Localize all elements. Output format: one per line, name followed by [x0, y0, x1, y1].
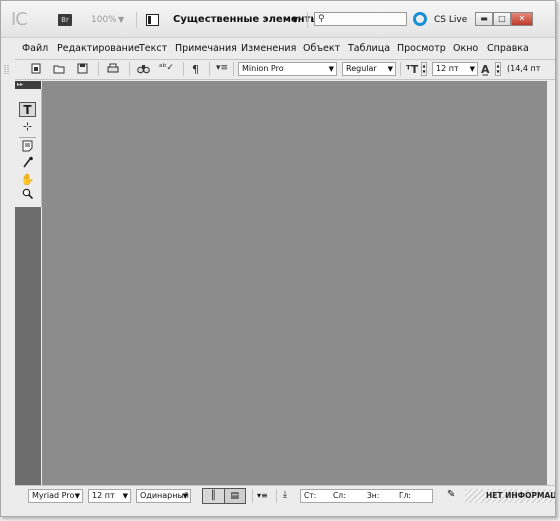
print-icon[interactable] — [107, 63, 119, 77]
status-font-select[interactable]: Myriad Pro ▼ — [28, 489, 83, 503]
find-binoculars-icon[interactable] — [137, 63, 150, 77]
position-tool-icon[interactable]: ⊹ — [19, 119, 36, 134]
font-size-icon: ᵀT — [406, 63, 419, 76]
menu-edit[interactable]: Редактирование — [57, 43, 140, 54]
panel-dock-area — [15, 207, 41, 485]
tools-panel-collapse-button[interactable]: ▸▸ — [15, 81, 41, 89]
font-size-stepper[interactable]: ▲ ▼ — [421, 62, 427, 76]
chevron-down-icon: ▼ — [74, 492, 80, 500]
chevron-down-icon: ▼ — [469, 65, 475, 73]
menu-view[interactable]: Просмотр — [397, 43, 446, 54]
chevron-down-icon: ▼ — [328, 65, 334, 73]
leading-icon: A̲ — [481, 63, 490, 76]
leading-stepper[interactable]: ▲ ▼ — [495, 62, 501, 76]
download-icon[interactable]: ⤓ — [283, 490, 287, 500]
open-folder-icon[interactable] — [53, 63, 66, 77]
status-size-value: 12 пт — [92, 491, 115, 500]
menu-changes[interactable]: Изменения — [241, 43, 296, 54]
screen-mode-icon[interactable] — [146, 14, 159, 26]
menu-help[interactable]: Справка — [487, 43, 529, 54]
bridge-button[interactable]: Br — [58, 14, 72, 26]
menu-notes[interactable]: Примечания — [175, 43, 237, 54]
chevron-down-icon: ▼ — [122, 492, 128, 500]
cslive-label[interactable]: CS Live — [434, 15, 467, 25]
info-depth-label: Гл: — [399, 491, 411, 500]
chevron-down-icon: ▼ — [387, 65, 393, 73]
info-chars-label: Зн: — [367, 491, 380, 500]
font-size-select[interactable]: 12 пт ▼ — [432, 62, 478, 76]
info-words-label: Сл: — [333, 491, 346, 500]
status-size-select[interactable]: 12 пт ▼ — [88, 489, 131, 503]
menu-object[interactable]: Объект — [303, 43, 340, 54]
status-bar: Myriad Pro ▼ 12 пт ▼ Одинарный ▼ ║ ▤ ▾≡ … — [15, 485, 555, 506]
info-field: Ст: Сл: Зн: Гл: — [300, 489, 433, 503]
maximize-button[interactable]: □ — [493, 12, 511, 26]
line-spacing-select[interactable]: Одинарный ▼ — [136, 489, 191, 503]
menu-table[interactable]: Таблица — [348, 43, 390, 54]
menu-window[interactable]: Окно — [453, 43, 478, 54]
panel-menu-icon[interactable]: ▾≡ — [216, 63, 228, 73]
font-family-select[interactable]: Minion Pro ▼ — [238, 62, 337, 76]
divider — [307, 12, 308, 28]
tools-panel: T ⊹ ✋ — [15, 89, 42, 207]
window-controls: ▬ □ ✕ — [475, 12, 533, 26]
panel-menu-icon[interactable]: ▾≡ — [257, 491, 268, 500]
no-info-indicator: НЕТ ИНФОРМАЦИИ — [465, 489, 555, 503]
divider — [400, 62, 401, 76]
status-font-value: Myriad Pro — [32, 491, 75, 500]
divider — [209, 62, 210, 76]
zoom-tool-icon[interactable] — [19, 188, 36, 203]
show-hidden-characters-icon[interactable]: ¶ — [192, 63, 199, 76]
workspace-dropdown-icon[interactable]: ▼ — [292, 15, 298, 24]
title-bar: IC Br 100% ▼ Существенные элементы ▼ ⚲ C… — [1, 1, 555, 38]
zoom-level[interactable]: 100% — [91, 15, 117, 25]
close-button[interactable]: ✕ — [511, 12, 533, 26]
leading-value[interactable]: (14,4 пт — [507, 64, 540, 73]
divider — [252, 489, 253, 503]
divider — [183, 62, 184, 76]
menu-text[interactable]: Текст — [139, 43, 167, 54]
app-window: IC Br 100% ▼ Существенные элементы ▼ ⚲ C… — [0, 0, 556, 517]
font-style-value: Regular — [346, 64, 377, 73]
font-style-select[interactable]: Regular ▼ — [342, 62, 396, 76]
edit-pen-icon[interactable]: ✎ — [447, 489, 455, 500]
save-icon[interactable] — [77, 63, 88, 77]
menu-file[interactable]: Файл — [22, 43, 48, 54]
hand-tool-icon[interactable]: ✋ — [19, 172, 36, 187]
chevron-down-icon: ▼ — [182, 492, 188, 500]
spellcheck-icon[interactable]: ᵃᵇ✓ — [159, 63, 174, 73]
divider — [136, 12, 137, 28]
type-tool-icon[interactable]: T — [19, 102, 36, 117]
font-size-value: 12 пт — [436, 64, 459, 73]
search-icon: ⚲ — [318, 14, 325, 24]
story-view-icon[interactable]: ▤ — [223, 489, 245, 503]
note-tool-icon[interactable] — [19, 140, 36, 155]
cslive-icon[interactable] — [413, 12, 427, 26]
zoom-dropdown-icon[interactable]: ▼ — [118, 15, 124, 24]
minimize-button[interactable]: ▬ — [475, 12, 493, 26]
divider — [276, 489, 277, 503]
info-page-label: Ст: — [304, 491, 317, 500]
divider — [19, 137, 36, 138]
view-toggle-group: ║ ▤ — [202, 488, 246, 504]
eyedropper-tool-icon[interactable] — [19, 156, 36, 171]
panel-grip-icon[interactable] — [2, 65, 12, 75]
divider — [129, 62, 130, 76]
divider — [233, 62, 234, 76]
divider — [98, 62, 99, 76]
control-panel: ᵃᵇ✓ ¶ ▾≡ Minion Pro ▼ Regular ▼ ᵀT ▲ ▼ 12… — [15, 59, 555, 80]
app-logo: IC — [11, 9, 28, 30]
search-input[interactable] — [314, 12, 407, 26]
galley-view-icon[interactable]: ║ — [203, 489, 224, 503]
document-workspace[interactable] — [42, 81, 547, 485]
menu-bar: Файл Редактирование Текст Примечания Изм… — [1, 39, 555, 57]
new-document-icon[interactable] — [31, 63, 41, 77]
font-family-value: Minion Pro — [242, 64, 284, 73]
no-info-label: НЕТ ИНФОРМАЦИИ — [486, 491, 555, 500]
